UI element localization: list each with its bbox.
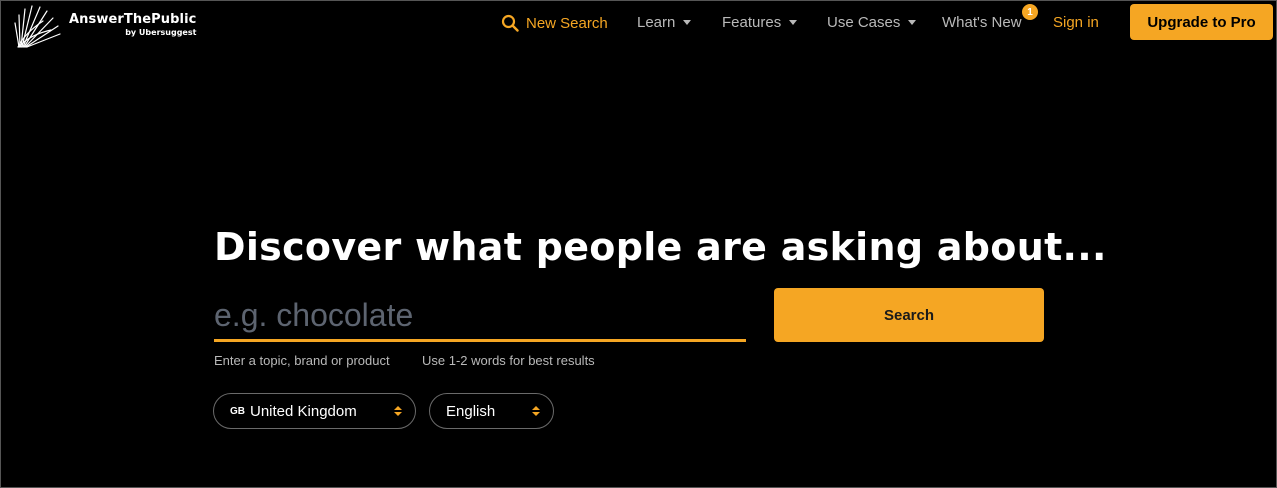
word-count-hint: Use 1-2 words for best results (422, 353, 595, 368)
search-icon (501, 14, 519, 32)
search-input[interactable] (214, 292, 746, 342)
caret-down-icon (683, 20, 692, 25)
nav-features-dropdown[interactable]: Features (722, 14, 798, 31)
country-flag-code: GB (230, 405, 245, 417)
new-search-link[interactable]: New Search (501, 14, 608, 32)
new-search-label: New Search (526, 14, 608, 32)
language-select-value: English (446, 402, 496, 420)
sort-arrows-icon (394, 406, 402, 418)
brand-logo[interactable]: AnswerThePublic by Ubersuggest (13, 3, 213, 49)
whats-new-label: What's New (942, 14, 1022, 31)
brand-text: AnswerThePublic by Ubersuggest (69, 12, 196, 37)
upgrade-to-pro-button[interactable]: Upgrade to Pro (1130, 4, 1273, 40)
whats-new-link[interactable]: What's New (942, 14, 1022, 31)
topic-hint: Enter a topic, brand or product (214, 353, 390, 368)
notification-badge: 1 (1022, 4, 1038, 20)
nav-features-label: Features (722, 14, 782, 31)
brand-subtitle: by Ubersuggest (125, 27, 197, 37)
top-navbar: AnswerThePublic by Ubersuggest New Searc… (1, 1, 1276, 48)
dandelion-lines-icon (14, 5, 61, 48)
brand-title: AnswerThePublic (69, 11, 197, 27)
caret-down-icon (908, 20, 917, 25)
search-button[interactable]: Search (774, 288, 1044, 342)
nav-learn-label: Learn (637, 14, 676, 31)
hero-title: Discover what people are asking about... (214, 225, 1107, 269)
caret-down-icon (789, 20, 798, 25)
sign-in-link[interactable]: Sign in (1053, 14, 1099, 31)
country-select-value: United Kingdom (250, 402, 357, 420)
language-select[interactable]: English (429, 393, 554, 429)
nav-use-cases-label: Use Cases (827, 14, 901, 31)
nav-learn-dropdown[interactable]: Learn (637, 14, 692, 31)
country-select[interactable]: GB United Kingdom (213, 393, 416, 429)
nav-use-cases-dropdown[interactable]: Use Cases (827, 14, 917, 31)
sign-in-label: Sign in (1053, 14, 1099, 31)
sort-arrows-icon (532, 406, 540, 418)
